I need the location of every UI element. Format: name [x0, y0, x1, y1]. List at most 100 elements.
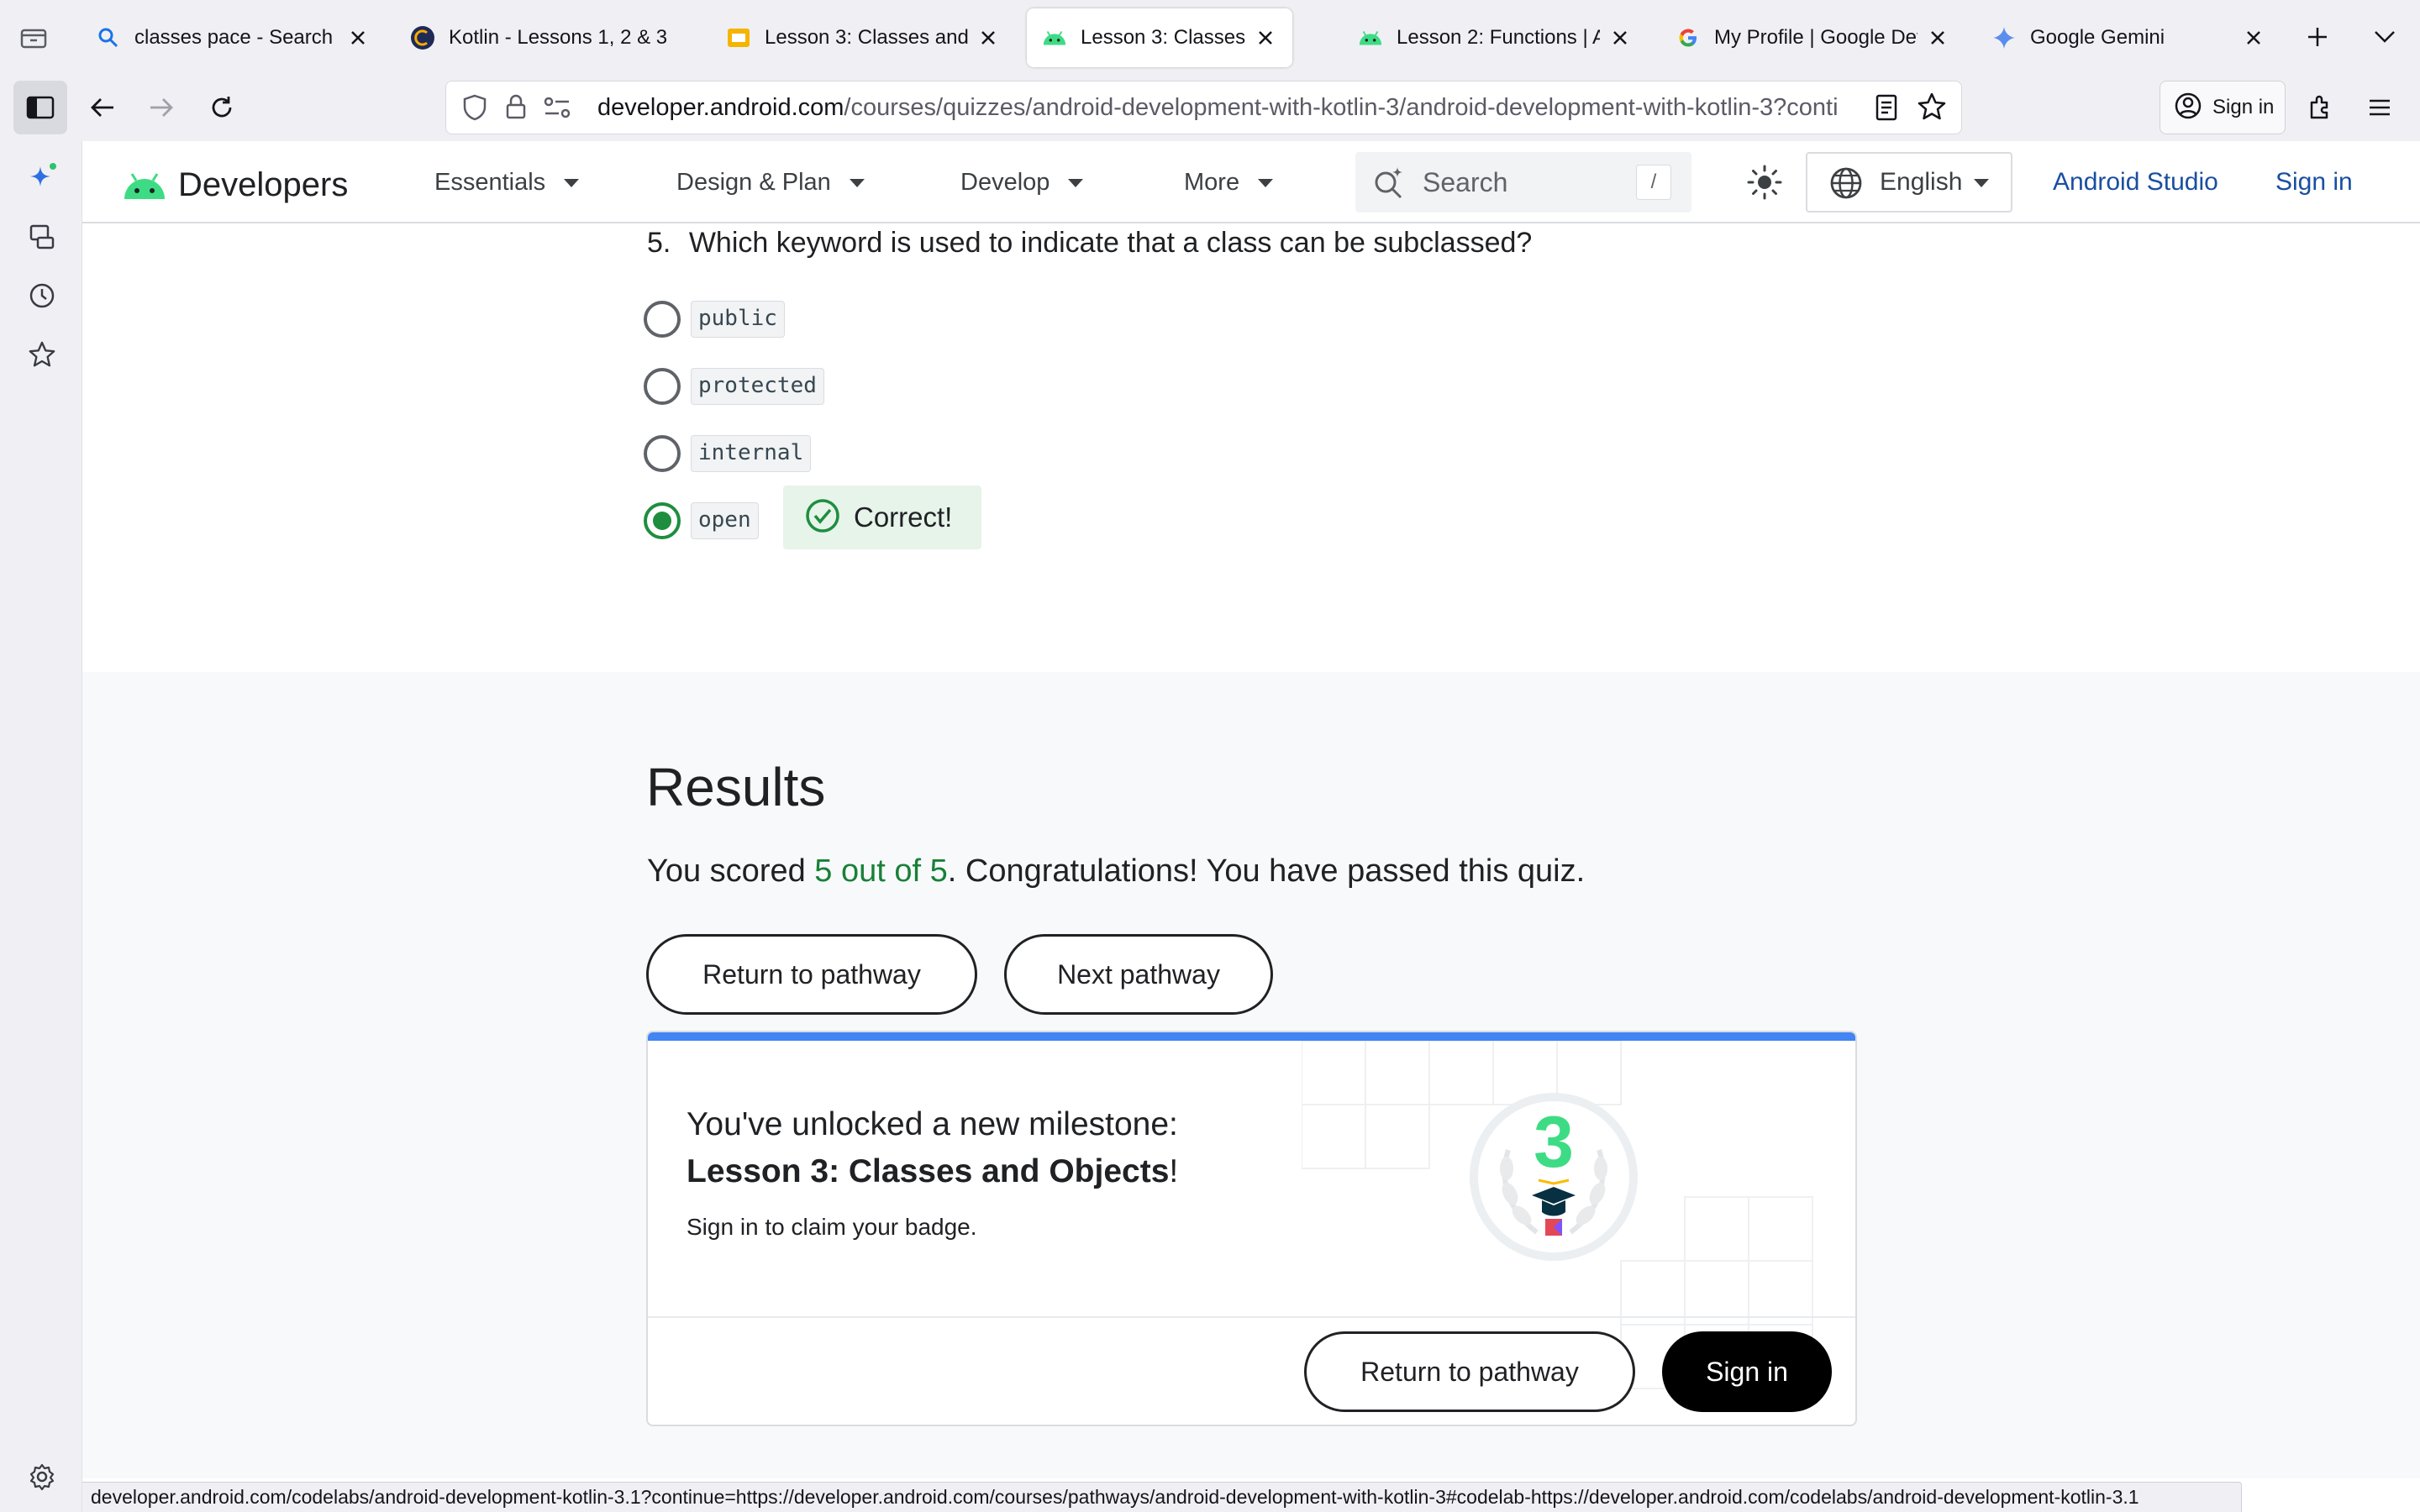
- option-label[interactable]: open: [691, 502, 759, 539]
- site-search-input[interactable]: Search /: [1355, 152, 1691, 213]
- results-heading: Results: [646, 757, 826, 817]
- developers-logo[interactable]: Developers: [123, 166, 348, 204]
- forward-arrow-icon[interactable]: [139, 86, 183, 129]
- theme-toggle-icon[interactable]: [1731, 141, 1798, 223]
- tab-title: Lesson 3: Classes and Ob: [1081, 26, 1245, 49]
- search-shortcut-key: /: [1636, 165, 1671, 200]
- reader-view-icon[interactable]: [1875, 93, 1898, 126]
- globe-icon: [1829, 166, 1863, 204]
- close-tab-icon[interactable]: [2242, 26, 2265, 50]
- lesson-badge: 3: [1468, 1091, 1639, 1263]
- synced-tabs-icon[interactable]: [20, 215, 64, 259]
- search-sparkle-icon: [1372, 165, 1406, 203]
- kotlin-c-icon: [410, 25, 435, 50]
- browser-tab[interactable]: Kotlin - Lessons 1, 2 & 3: [395, 8, 699, 67]
- chevron-down-icon: [1974, 179, 1989, 187]
- close-tab-icon[interactable]: [1254, 26, 1277, 50]
- card-divider: [648, 1316, 1855, 1318]
- search-placeholder: Search: [1423, 167, 1508, 197]
- return-to-pathway-button[interactable]: Return to pathway: [646, 934, 977, 1015]
- tab-title: Lesson 2: Functions | An: [1397, 26, 1600, 49]
- browser-tab[interactable]: Lesson 2: Functions | An: [1343, 8, 1647, 67]
- browser-tab[interactable]: Lesson 3: Classes and ob: [711, 8, 1015, 67]
- tab-title: Google Gemini: [2030, 26, 2165, 49]
- next-pathway-button[interactable]: Next pathway: [1004, 934, 1273, 1015]
- hamburger-menu-icon[interactable]: [2358, 86, 2402, 129]
- browser-sidebar: [0, 141, 82, 1512]
- check-circle-icon: [805, 498, 840, 538]
- badge-number: 3: [1534, 1102, 1574, 1183]
- browser-tab[interactable]: classes pace - Search: [81, 8, 385, 67]
- ai-chatbot-icon[interactable]: [20, 156, 64, 200]
- tab-list-chevron-icon[interactable]: [2366, 18, 2403, 55]
- milestone-line1: You've unlocked a new milestone:: [687, 1106, 1178, 1142]
- tab-title: classes pace - Search: [134, 26, 334, 49]
- nav-design-plan[interactable]: Design & Plan: [676, 141, 865, 223]
- browser-tab[interactable]: Google Gemini: [1976, 8, 2281, 67]
- nav-develop[interactable]: Develop: [960, 141, 1084, 223]
- milestone-text: You've unlocked a new milestone: Lesson …: [687, 1101, 1178, 1195]
- settings-gear-icon[interactable]: [20, 1455, 64, 1499]
- card-sign-in-button[interactable]: Sign in: [1662, 1331, 1832, 1412]
- android-studio-link[interactable]: Android Studio: [2053, 141, 2218, 223]
- option-label[interactable]: protected: [691, 368, 824, 405]
- browser-sign-in-label: Sign in: [2212, 96, 2275, 118]
- option-radio[interactable]: [644, 301, 681, 338]
- option-label[interactable]: internal: [691, 435, 812, 472]
- android-logo-icon: [124, 172, 165, 199]
- url-bar[interactable]: developer.android.com/courses/quizzes/an…: [445, 81, 1962, 134]
- google-g-icon: [1676, 25, 1701, 50]
- close-tab-icon[interactable]: [1608, 26, 1632, 50]
- correct-feedback: Correct!: [783, 486, 981, 549]
- link-status-bar: developer.android.com/codelabs/android-d…: [82, 1482, 2242, 1512]
- milestone-card: You've unlocked a new milestone: Lesson …: [646, 1031, 1857, 1426]
- nav-essentials[interactable]: Essentials: [434, 141, 580, 223]
- option-radio[interactable]: [644, 435, 681, 472]
- tab-strip: classes pace - Search Kotlin - Lessons 1…: [0, 0, 2420, 74]
- option-label[interactable]: public: [691, 301, 785, 338]
- reload-icon[interactable]: [200, 86, 244, 129]
- score-value: 5 out of 5: [814, 853, 948, 889]
- feedback-text: Correct!: [854, 501, 953, 533]
- language-label: English: [1880, 168, 1963, 196]
- extensions-icon[interactable]: [2299, 86, 2343, 129]
- close-tab-icon[interactable]: [346, 26, 370, 50]
- option-radio[interactable]: [644, 368, 681, 405]
- lock-icon[interactable]: [505, 93, 527, 124]
- site-permissions-icon[interactable]: [544, 97, 571, 123]
- score-suffix: . Congratulations! You have passed this …: [947, 853, 1586, 889]
- milestone-subtext: Sign in to claim your badge.: [687, 1214, 977, 1240]
- url-text[interactable]: developer.android.com/courses/quizzes/an…: [597, 81, 1891, 134]
- option-radio-selected[interactable]: [644, 502, 681, 539]
- sidebar-toggle-icon[interactable]: [13, 81, 67, 134]
- site-sign-in-link[interactable]: Sign in: [2275, 141, 2353, 223]
- search-icon: [96, 25, 121, 50]
- score-prefix: You scored: [647, 853, 815, 889]
- nav-more[interactable]: More: [1184, 141, 1274, 223]
- close-tab-icon[interactable]: [976, 26, 1000, 50]
- tab-title: Lesson 3: Classes and ob: [765, 26, 968, 49]
- milestone-lesson: Lesson 3: Classes and Objects: [687, 1153, 1170, 1189]
- quiz-question: 5. Which keyword is used to indicate tha…: [647, 227, 1532, 260]
- shield-icon[interactable]: [463, 94, 487, 125]
- bookmarks-star-icon[interactable]: [20, 333, 64, 376]
- history-clock-icon[interactable]: [20, 274, 64, 318]
- new-tab-icon[interactable]: [2299, 18, 2336, 55]
- site-header: Developers Essentials Design & Plan Deve…: [82, 141, 2420, 223]
- tab-overview-icon[interactable]: [15, 18, 52, 55]
- browser-sign-in-button[interactable]: Sign in: [2160, 81, 2286, 134]
- close-tab-icon[interactable]: [1926, 26, 1949, 50]
- tab-title: My Profile | Google Devel: [1714, 26, 1918, 49]
- browser-tab[interactable]: My Profile | Google Devel: [1660, 8, 1965, 67]
- browser-tab-active[interactable]: Lesson 3: Classes and Ob: [1027, 8, 1292, 67]
- android-icon: [1358, 25, 1383, 50]
- milestone-exclaim: !: [1169, 1153, 1179, 1189]
- card-return-to-pathway-button[interactable]: Return to pathway: [1304, 1331, 1635, 1412]
- card-accent-bar: [648, 1032, 1855, 1041]
- question-text: Which keyword is used to indicate that a…: [688, 227, 1533, 259]
- android-icon: [1042, 25, 1067, 50]
- bookmark-star-icon[interactable]: [1917, 92, 1947, 126]
- back-arrow-icon[interactable]: [81, 86, 124, 129]
- account-icon: [2174, 92, 2202, 124]
- language-select[interactable]: English: [1806, 152, 2012, 213]
